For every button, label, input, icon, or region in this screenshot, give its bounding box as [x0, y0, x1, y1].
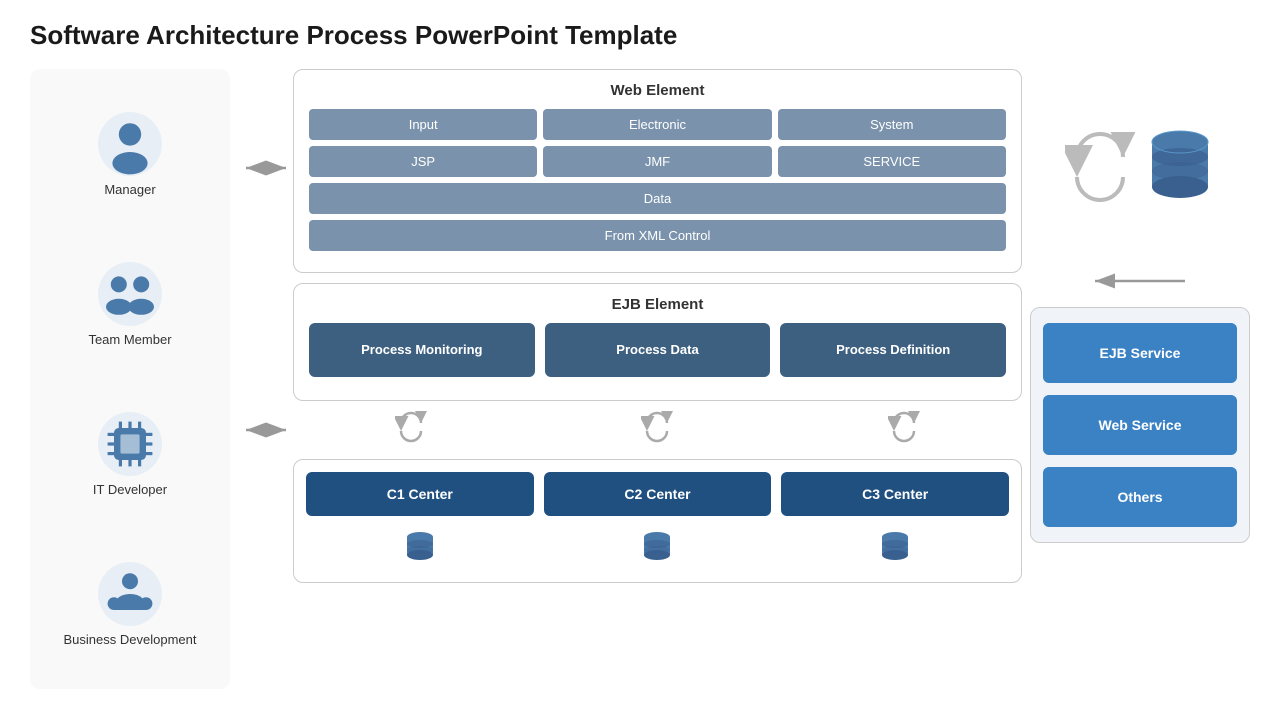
manager-icon — [98, 112, 162, 176]
ejb-element-title: EJB Element — [309, 296, 1006, 313]
ejb-cell-process-data: Process Data — [545, 323, 771, 377]
sync-icon-3 — [786, 411, 1022, 449]
others-button[interactable]: Others — [1043, 467, 1237, 527]
team-icon — [98, 262, 162, 326]
sync-icons-row — [293, 405, 1022, 455]
sidebar-item-it-developer: IT Developer — [40, 412, 220, 497]
web-element-section: Web Element Input Electronic System JSP … — [238, 69, 1022, 273]
sync-icon-2 — [539, 411, 775, 449]
web-cell-xml: From XML Control — [309, 220, 1006, 251]
db-icons-row — [306, 522, 1009, 582]
manager-label: Manager — [104, 182, 155, 197]
team-member-icon-circle — [98, 262, 162, 326]
right-ejb-arrow — [1030, 269, 1250, 293]
biz-icon — [98, 562, 162, 626]
team-member-label: Team Member — [88, 332, 171, 347]
ejb-cell-process-definition: Process Definition — [780, 323, 1006, 377]
ejb-element-arrow-left — [238, 418, 293, 449]
web-cell-system: System — [778, 109, 1006, 140]
ejb-cell-process-monitoring: Process Monitoring — [309, 323, 535, 377]
chip-icon — [98, 412, 162, 476]
web-cell-input: Input — [309, 109, 537, 140]
web-element-arrow-left — [238, 156, 293, 187]
center-boxes-row: C1 Center C2 Center C3 Center — [306, 472, 1009, 516]
left-sidebar: Manager Team Member — [30, 69, 230, 689]
web-cell-data: Data — [309, 183, 1006, 214]
sync-icon-1 — [293, 411, 529, 449]
db-icon-c2 — [544, 530, 772, 572]
ejb-element-box: EJB Element Process Monitoring Process D… — [293, 283, 1022, 401]
center-cell-c1: C1 Center — [306, 472, 534, 516]
sync-big-icon — [1065, 132, 1135, 207]
it-developer-icon-circle — [98, 412, 162, 476]
ejb-service-button[interactable]: EJB Service — [1043, 323, 1237, 383]
right-services-box: EJB Service Web Service Others — [1030, 307, 1250, 543]
db-top-right — [1030, 69, 1250, 269]
center-cell-c2: C2 Center — [544, 472, 772, 516]
web-service-button[interactable]: Web Service — [1043, 395, 1237, 455]
web-element-title: Web Element — [309, 82, 1006, 99]
sidebar-item-team-member: Team Member — [40, 262, 220, 347]
it-developer-label: IT Developer — [93, 482, 167, 497]
web-cell-jmf: JMF — [543, 146, 771, 177]
web-element-box: Web Element Input Electronic System JSP … — [293, 69, 1022, 273]
db-icon-c1 — [306, 530, 534, 572]
right-side: EJB Service Web Service Others — [1030, 69, 1250, 689]
database-big-icon — [1145, 127, 1215, 212]
page-title: Software Architecture Process PowerPoint… — [30, 20, 1250, 51]
business-development-icon-circle — [98, 562, 162, 626]
manager-icon-circle — [98, 112, 162, 176]
sidebar-item-manager: Manager — [40, 112, 220, 197]
center-cell-c3: C3 Center — [781, 472, 1009, 516]
sidebar-item-business-development: Business Development — [40, 562, 220, 647]
web-cell-jsp: JSP — [309, 146, 537, 177]
web-cell-service: SERVICE — [778, 146, 1006, 177]
web-cell-electronic: Electronic — [543, 109, 771, 140]
ejb-element-section: EJB Element Process Monitoring Process D… — [238, 283, 1022, 583]
db-icon-c3 — [781, 530, 1009, 572]
business-development-label: Business Development — [64, 632, 197, 647]
